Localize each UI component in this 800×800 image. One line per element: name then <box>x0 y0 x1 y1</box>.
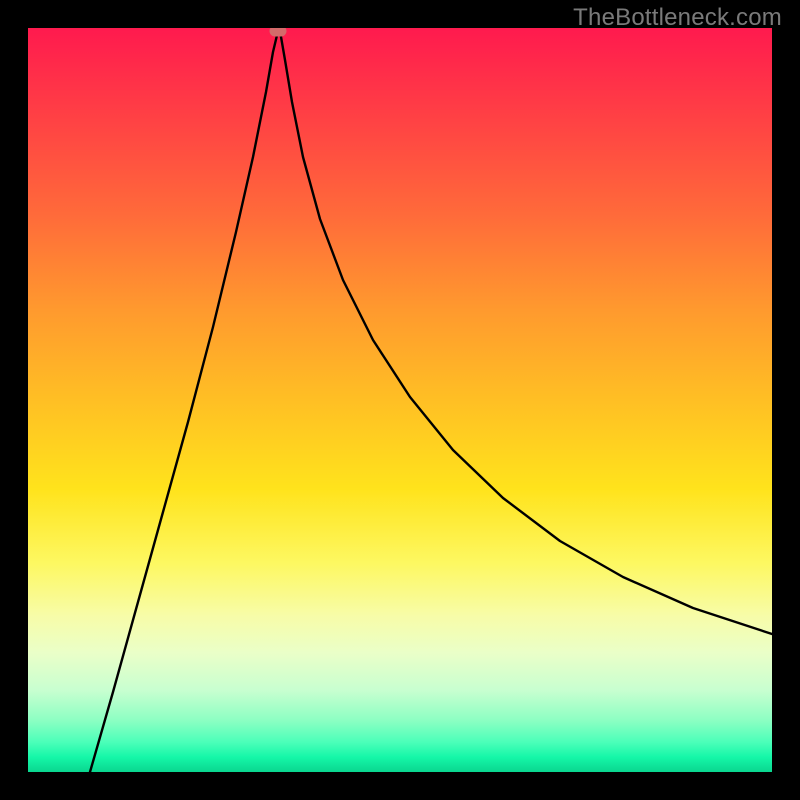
plot-area <box>28 28 772 772</box>
watermark-text: TheBottleneck.com <box>573 4 782 32</box>
bottleneck-curve <box>28 28 772 772</box>
minimum-marker <box>270 28 287 37</box>
